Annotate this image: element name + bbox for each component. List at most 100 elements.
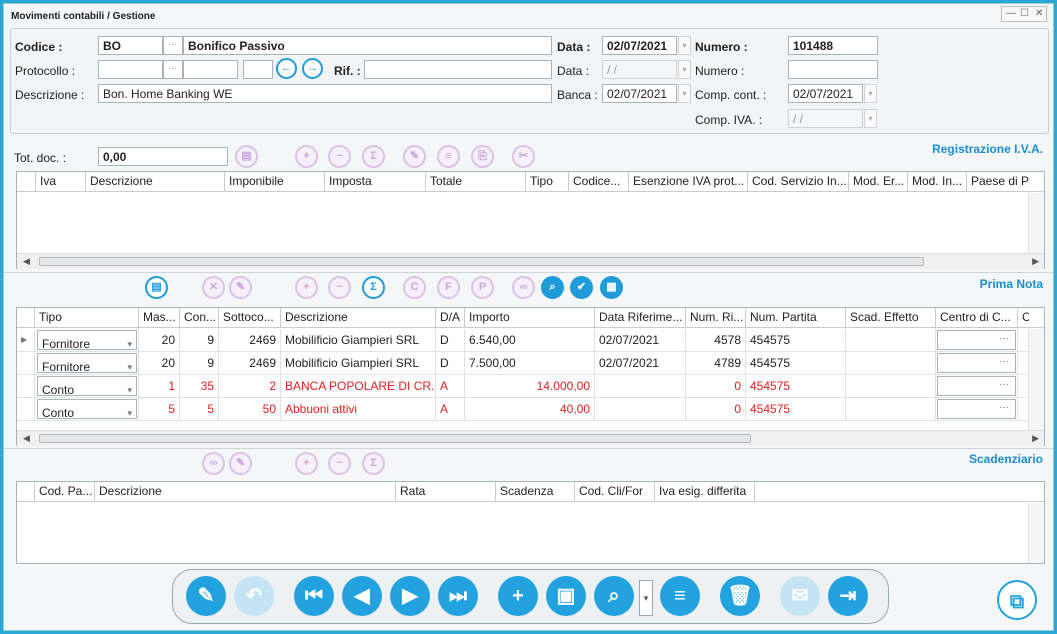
descrizione-cell[interactable]: Mobilificio Giampieri SRL xyxy=(280,352,435,375)
search-list-icon[interactable]: ⌕ xyxy=(541,276,564,299)
data-riferimento-cell[interactable] xyxy=(594,375,685,398)
num-riferimento-cell[interactable]: 0 xyxy=(685,398,745,421)
data-riferimento-cell[interactable] xyxy=(594,398,685,421)
conto-cell[interactable]: 9 xyxy=(179,329,218,352)
tipo-select[interactable]: Conto xyxy=(37,399,137,421)
add-row-icon[interactable]: + xyxy=(295,276,318,299)
minimize-button[interactable]: — xyxy=(1006,8,1016,19)
compiva-dropdown[interactable]: ▾ xyxy=(864,109,877,128)
num-riferimento-cell[interactable]: 0 xyxy=(685,375,745,398)
importo-cell[interactable]: 40,00 xyxy=(464,398,594,421)
sottoconto-cell[interactable]: 50 xyxy=(218,398,280,421)
num-riferimento-cell[interactable]: 4789 xyxy=(685,352,745,375)
sum-icon[interactable]: Σ xyxy=(362,276,385,299)
arrow-left-icon[interactable]: ← xyxy=(276,58,297,79)
sc-col-header[interactable]: Scadenza xyxy=(495,482,574,502)
mastro-cell[interactable]: 1 xyxy=(138,375,179,398)
pn-col-header[interactable]: Centro di C... xyxy=(935,308,1017,328)
numero-input[interactable]: 101488 xyxy=(788,36,878,55)
pn-col-header[interactable]: Data Riferime... xyxy=(594,308,685,328)
previous-record-button[interactable]: ◀ xyxy=(342,576,382,616)
exit-button[interactable]: ⇥ xyxy=(828,576,868,616)
iva-horizontal-scrollbar[interactable]: ◀ ▶ xyxy=(17,253,1044,269)
close-button[interactable]: ✕ xyxy=(1035,8,1043,19)
descrizione-cell[interactable]: Mobilificio Giampieri SRL xyxy=(280,329,435,352)
notes-button[interactable]: ✎ xyxy=(186,576,226,616)
new-document-button[interactable]: + xyxy=(498,576,538,616)
tipo-select[interactable]: Fornitore xyxy=(37,330,137,352)
centro-costo-lookup-button[interactable]: ··· xyxy=(937,376,1016,396)
num-partita-cell[interactable]: 454575 xyxy=(745,352,845,375)
iva-col-header[interactable]: Imposta xyxy=(324,172,425,192)
dare-avere-cell[interactable]: D xyxy=(435,352,464,375)
iva-col-header[interactable]: Cod. Servizio In... xyxy=(747,172,848,192)
num-partita-cell[interactable]: 454575 xyxy=(745,329,845,352)
pn-horizontal-scrollbar[interactable]: ◀ ▶ xyxy=(17,430,1044,446)
undo-button[interactable]: ↶ xyxy=(234,576,274,616)
iva-col-header[interactable]: Mod. In... xyxy=(907,172,966,192)
importo-cell[interactable]: 6.540,00 xyxy=(464,329,594,352)
conto-cell[interactable]: 5 xyxy=(179,398,218,421)
sc-col-header[interactable]: Cod. Cli/For xyxy=(574,482,654,502)
dare-avere-cell[interactable]: A xyxy=(435,375,464,398)
protocollo-lookup-button[interactable]: ··· xyxy=(163,60,183,79)
mastro-cell[interactable]: 20 xyxy=(138,329,179,352)
dare-avere-cell[interactable]: D xyxy=(435,329,464,352)
pn-col-header[interactable]: Mas... xyxy=(138,308,179,328)
add-row-icon[interactable]: + xyxy=(295,145,318,168)
tipo-cell[interactable]: Fornitore xyxy=(34,329,138,352)
last-record-button[interactable]: ⏭ xyxy=(438,576,478,616)
totdoc-input[interactable]: 0,00 xyxy=(98,147,228,166)
tipo-cell[interactable]: Conto xyxy=(34,375,138,398)
num-partita-cell[interactable]: 454575 xyxy=(745,375,845,398)
sc-col-header[interactable]: Cod. Pa... xyxy=(34,482,94,502)
tag-icon[interactable]: ✔ xyxy=(570,276,593,299)
next-record-button[interactable]: ▶ xyxy=(390,576,430,616)
pn-col-header[interactable]: Sottoco... xyxy=(218,308,280,328)
data2-dropdown[interactable]: ▾ xyxy=(678,60,691,79)
tipo-select[interactable]: Fornitore xyxy=(37,353,137,375)
sottoconto-cell[interactable]: 2469 xyxy=(218,352,280,375)
scad-effetto-cell[interactable] xyxy=(845,375,935,398)
iva-scroll-thumb[interactable] xyxy=(39,257,924,266)
codice-input[interactable]: BO xyxy=(98,36,163,55)
sum-icon[interactable]: Σ xyxy=(362,145,385,168)
sottoconto-cell[interactable]: 2469 xyxy=(218,329,280,352)
tipo-cell[interactable]: Conto xyxy=(34,398,138,421)
descrizione-cell[interactable]: BANCA POPOLARE DI CR... xyxy=(280,375,435,398)
compiva-input[interactable]: / / xyxy=(788,109,863,128)
iva-col-header[interactable]: Iva xyxy=(35,172,85,192)
descrizione-input[interactable]: Bon. Home Banking WE xyxy=(98,84,552,103)
scad-effetto-cell[interactable] xyxy=(845,352,935,375)
mastro-cell[interactable]: 20 xyxy=(138,352,179,375)
table-row[interactable]: Conto1352BANCA POPOLARE DI CR...A14.000,… xyxy=(17,375,1028,398)
conto-cell[interactable]: 9 xyxy=(179,352,218,375)
scad-effetto-cell[interactable] xyxy=(845,329,935,352)
iva-col-header[interactable]: Mod. Er... xyxy=(848,172,907,192)
protocollo-suffix-input[interactable] xyxy=(243,60,273,79)
pn-col-header[interactable]: Scad. Effetto xyxy=(845,308,935,328)
data-riferimento-cell[interactable]: 02/07/2021 xyxy=(594,352,685,375)
pn-col-header[interactable]: Num. Partita xyxy=(745,308,845,328)
sottoconto-cell[interactable]: 2 xyxy=(218,375,280,398)
tipo-cell[interactable]: Fornitore xyxy=(34,352,138,375)
edit-icon[interactable]: ✎ xyxy=(403,145,426,168)
grid-icon[interactable]: ▦ xyxy=(600,276,623,299)
save-button[interactable]: ▣ xyxy=(546,576,586,616)
banca-input[interactable]: 02/07/2021 xyxy=(602,84,677,103)
iva-col-header[interactable]: Esenzione IVA prot... xyxy=(628,172,747,192)
maximize-button[interactable]: ☐ xyxy=(1020,8,1029,19)
importo-cell[interactable]: 14.000,00 xyxy=(464,375,594,398)
open-folder-button[interactable]: ⧉ xyxy=(997,580,1037,620)
sc-col-header[interactable]: Descrizione xyxy=(94,482,395,502)
delete-row-icon[interactable]: − xyxy=(328,276,351,299)
scad-effetto-cell[interactable] xyxy=(845,398,935,421)
iva-col-header[interactable]: Descrizione xyxy=(85,172,224,192)
conto-cell[interactable]: 35 xyxy=(179,375,218,398)
descrizione-cell[interactable]: Abbuoni attivi xyxy=(280,398,435,421)
delete-button[interactable]: 🗑 xyxy=(720,576,760,616)
data2-input[interactable]: / / xyxy=(602,60,677,79)
sc-col-header[interactable]: Rata xyxy=(395,482,495,502)
pn-vertical-scrollbar[interactable] xyxy=(1028,329,1044,430)
delete-row-icon[interactable]: − xyxy=(328,145,351,168)
